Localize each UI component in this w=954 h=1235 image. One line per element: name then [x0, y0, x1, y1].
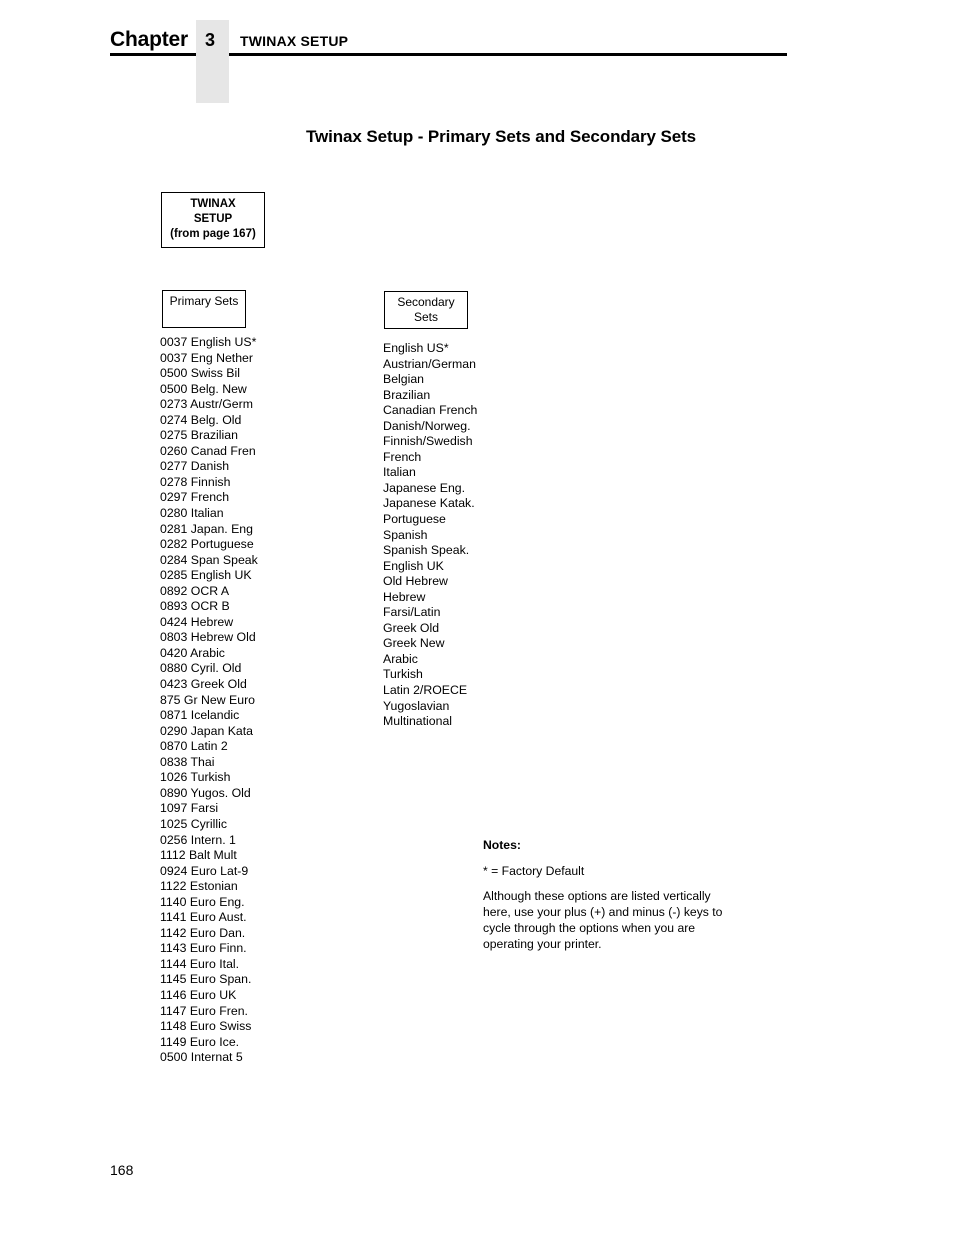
- list-item: Turkish: [383, 667, 423, 682]
- list-item: 0500 Belg. New: [160, 381, 247, 396]
- list-item: English UK: [383, 558, 444, 573]
- list-item: 0282 Portuguese: [160, 537, 254, 552]
- list-item: Old Hebrew: [383, 574, 448, 589]
- flow-box-secondary-sets-line1: Secondary: [397, 295, 455, 309]
- list-item: 0273 Austr/Germ: [160, 397, 253, 412]
- list-item: 1147 Euro Fren.: [160, 1003, 248, 1018]
- list-item: 1149 Euro Ice.: [160, 1034, 240, 1049]
- list-item: 0274 Belg. Old: [160, 412, 242, 427]
- primary-sets-list: 0037 English US* 0037 Eng Nether 0500 Swis…: [160, 335, 340, 1066]
- notes-paragraph: Although these options are listed vertic…: [483, 889, 723, 951]
- header-rule-right: [229, 53, 787, 56]
- list-item: 0037 Eng Nether: [160, 350, 253, 365]
- flow-box-twinax-setup-line2: SETUP: [193, 213, 233, 225]
- list-item: Canadian French: [383, 403, 478, 418]
- flow-box-twinax-setup-line1: TWINAX: [190, 198, 236, 210]
- list-item: Farsi/Latin: [383, 605, 441, 620]
- list-item: Spanish: [383, 527, 428, 542]
- list-item: 0500 Swiss Bil: [160, 366, 240, 381]
- list-item: 0924 Euro Lat-9: [160, 863, 249, 878]
- list-item: 0297 French: [160, 490, 230, 505]
- list-item: 0893 OCR B: [160, 599, 230, 614]
- list-item: 0280 Italian: [160, 506, 224, 521]
- notes-heading: Notes:: [483, 838, 521, 852]
- list-item: Arabic: [383, 651, 418, 666]
- list-item: 1143 Euro Finn.: [160, 941, 247, 956]
- list-item: 0290 Japan Kata: [160, 723, 253, 738]
- list-item: 1025 Cyrillic: [160, 816, 227, 831]
- list-item: 0871 Icelandic: [160, 708, 240, 723]
- chapter-number: 3: [205, 30, 216, 50]
- list-item: English US*: [383, 341, 449, 355]
- list-item: 875 Gr New Euro: [160, 692, 256, 707]
- list-item: Latin 2/ROECE: [383, 683, 468, 698]
- list-item: 1122 Estonian: [160, 879, 238, 894]
- list-item: 1097 Farsi: [160, 801, 219, 816]
- list-item: 1142 Euro Dan.: [160, 925, 246, 940]
- flow-box-secondary-sets: Secondary Sets: [384, 291, 468, 329]
- list-item: 1141 Euro Aust.: [160, 910, 247, 925]
- list-item: 1112 Balt Mult: [160, 848, 237, 863]
- page-header: Chapter 3 TWINAX SETUP: [0, 0, 954, 110]
- notes-block: Notes: * = Factory Default Although thes…: [483, 838, 723, 952]
- list-item: Greek New: [383, 636, 445, 651]
- list-item: Japanese Eng.: [383, 480, 466, 495]
- list-item: 1140 Euro Eng.: [160, 894, 245, 909]
- running-header-title: TWINAX SETUP: [240, 33, 349, 49]
- list-item: 0500 Internat 5: [160, 1050, 243, 1065]
- notes-factory-default: * = Factory Default: [483, 863, 585, 878]
- list-item: 0277 Danish: [160, 459, 230, 474]
- list-item: 0870 Latin 2: [160, 739, 228, 754]
- chapter-label: Chapter: [110, 28, 188, 51]
- list-item: 0260 Canad Fren: [160, 443, 256, 458]
- flow-box-primary-sets: Primary Sets: [162, 290, 246, 328]
- list-item: Brazilian: [383, 387, 431, 402]
- list-item: Danish/Norweg.: [383, 418, 471, 433]
- list-item: 1026 Turkish: [160, 770, 231, 785]
- list-item: 0892 OCR A: [160, 583, 230, 598]
- list-item: 0285 English UK: [160, 568, 252, 583]
- header-rule-left: [110, 53, 196, 56]
- page-number: 168: [110, 1162, 134, 1178]
- list-item: Hebrew: [383, 589, 426, 604]
- list-item: 1145 Euro Span.: [160, 972, 252, 987]
- list-item: Belgian: [383, 372, 425, 387]
- flow-box-primary-sets-line1: Primary Sets: [169, 294, 239, 308]
- secondary-sets-list: English US* Austrian/German Belgian Brazili…: [383, 341, 563, 730]
- list-item: 0037 English US*: [160, 335, 257, 349]
- list-item: 0284 Span Speak: [160, 552, 258, 567]
- list-item: 1144 Euro Ital.: [160, 956, 240, 971]
- list-item: 0281 Japan. Eng: [160, 521, 253, 536]
- list-item: 0423 Greek Old: [160, 677, 247, 692]
- flow-box-twinax-setup: TWINAX SETUP (from page 167): [161, 192, 265, 248]
- list-item: Austrian/German: [383, 356, 476, 371]
- list-item: Portuguese: [383, 512, 446, 527]
- list-item: Japanese Katak.: [383, 496, 475, 511]
- list-item: 0420 Arabic: [160, 645, 225, 660]
- list-item: French: [383, 449, 422, 464]
- list-item: 0256 Intern. 1: [160, 832, 236, 847]
- list-item: Multinational: [383, 714, 453, 729]
- list-item: Finnish/Swedish: [383, 434, 473, 449]
- list-item: 0880 Cyril. Old: [160, 661, 242, 676]
- flow-box-twinax-setup-line3: (from page 167): [170, 228, 256, 240]
- list-item: 0803 Hebrew Old: [160, 630, 256, 645]
- list-item: 0424 Hebrew: [160, 614, 234, 629]
- list-item: 1146 Euro UK: [160, 987, 237, 1002]
- list-item: Italian: [383, 465, 416, 480]
- list-item: 0838 Thai: [160, 754, 215, 769]
- list-item: 0890 Yugos. Old: [160, 785, 251, 800]
- list-item: 0278 Finnish: [160, 474, 231, 489]
- list-item: Greek Old: [383, 620, 440, 635]
- list-item: 0275 Brazilian: [160, 428, 238, 443]
- page-title: Twinax Setup - Primary Sets and Secondar…: [306, 127, 696, 146]
- list-item: Spanish Speak.: [383, 543, 470, 558]
- flow-box-secondary-sets-line2: Sets: [413, 310, 438, 324]
- list-item: Yugoslavian: [383, 698, 450, 713]
- list-item: 1148 Euro Swiss: [160, 1019, 252, 1034]
